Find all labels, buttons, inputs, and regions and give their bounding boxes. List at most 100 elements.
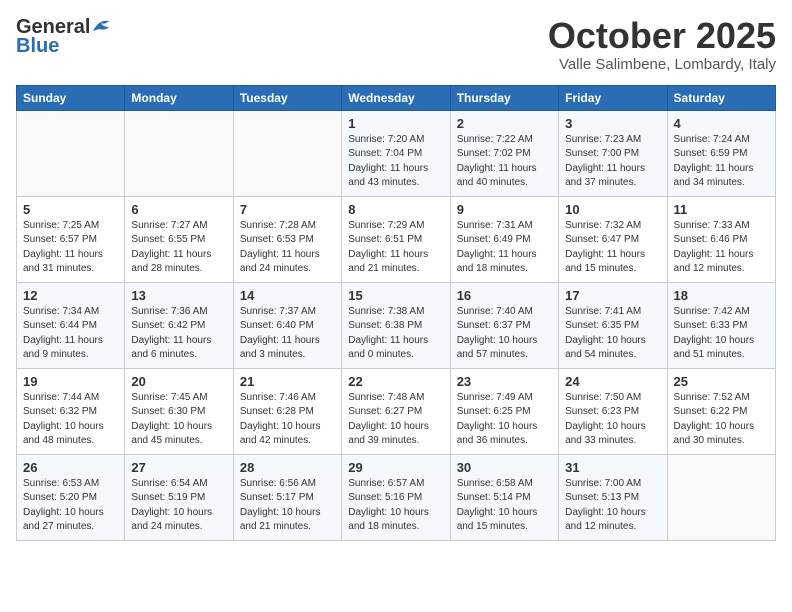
calendar-cell: 10Sunrise: 7:32 AM Sunset: 6:47 PM Dayli… (559, 196, 667, 282)
column-header-sunday: Sunday (17, 85, 125, 110)
calendar-week-4: 19 Sunrise: 7:44 AM Sunset: 6:32 PM Dayli… (17, 368, 776, 454)
day-content: Sunrise: 7:31 AM Sunset: 6:49 PM Dayligh… (457, 219, 552, 277)
day-number: 31 (565, 460, 660, 475)
day-number: 1 (348, 116, 443, 131)
day-number: 29 (348, 460, 443, 475)
calendar-cell: 27 Sunrise: 6:54 AM Sunset: 5:19 PM Dayli… (125, 454, 233, 540)
calendar-cell: 17Sunrise: 7:41 AM Sunset: 6:35 PM Dayli… (559, 282, 667, 368)
day-content: Sunrise: 7:32 AM Sunset: 6:47 PM Dayligh… (565, 219, 660, 277)
calendar-cell: 20 Sunrise: 7:45 AM Sunset: 6:30 PM Dayli… (125, 368, 233, 454)
calendar-cell: 30Sunrise: 6:58 AM Sunset: 5:14 PM Dayli… (450, 454, 558, 540)
calendar-cell: 22 Sunrise: 7:48 AM Sunset: 6:27 PM Dayli… (342, 368, 450, 454)
calendar-cell (233, 110, 341, 196)
calendar-cell: 11Sunrise: 7:33 AM Sunset: 6:46 PM Dayli… (667, 196, 775, 282)
day-content: Sunrise: 7:36 AM Sunset: 6:42 PM Dayligh… (131, 305, 226, 363)
calendar-cell: 8 Sunrise: 7:29 AM Sunset: 6:51 PM Daylig… (342, 196, 450, 282)
calendar-cell: 16Sunrise: 7:40 AM Sunset: 6:37 PM Dayli… (450, 282, 558, 368)
day-content: Sunrise: 7:20 AM Sunset: 7:04 PM Dayligh… (348, 133, 443, 191)
calendar-cell: 9Sunrise: 7:31 AM Sunset: 6:49 PM Daylig… (450, 196, 558, 282)
calendar-cell: 13Sunrise: 7:36 AM Sunset: 6:42 PM Dayli… (125, 282, 233, 368)
day-content: Sunrise: 7:46 AM Sunset: 6:28 PM Dayligh… (240, 391, 335, 449)
day-content: Sunrise: 7:50 AM Sunset: 6:23 PM Dayligh… (565, 391, 660, 449)
calendar-cell: 6Sunrise: 7:27 AM Sunset: 6:55 PM Daylig… (125, 196, 233, 282)
calendar-cell: 19 Sunrise: 7:44 AM Sunset: 6:32 PM Dayli… (17, 368, 125, 454)
day-content: Sunrise: 6:54 AM Sunset: 5:19 PM Dayligh… (131, 477, 226, 535)
calendar-week-1: 1 Sunrise: 7:20 AM Sunset: 7:04 PM Daylig… (17, 110, 776, 196)
day-number: 18 (674, 288, 769, 303)
day-number: 21 (240, 374, 335, 389)
day-number: 14 (240, 288, 335, 303)
column-header-saturday: Saturday (667, 85, 775, 110)
calendar-header-row: SundayMondayTuesdayWednesdayThursdayFrid… (17, 85, 776, 110)
calendar-cell (667, 454, 775, 540)
calendar-cell (17, 110, 125, 196)
calendar-cell: 31Sunrise: 7:00 AM Sunset: 5:13 PM Dayli… (559, 454, 667, 540)
day-content: Sunrise: 7:37 AM Sunset: 6:40 PM Dayligh… (240, 305, 335, 363)
day-content: Sunrise: 7:34 AM Sunset: 6:44 PM Dayligh… (23, 305, 118, 363)
day-number: 3 (565, 116, 660, 131)
day-content: Sunrise: 7:38 AM Sunset: 6:38 PM Dayligh… (348, 305, 443, 363)
calendar-cell: 4 Sunrise: 7:24 AM Sunset: 6:59 PM Daylig… (667, 110, 775, 196)
day-content: Sunrise: 7:25 AM Sunset: 6:57 PM Dayligh… (23, 219, 118, 277)
day-content: Sunrise: 7:44 AM Sunset: 6:32 PM Dayligh… (23, 391, 118, 449)
calendar-week-3: 12 Sunrise: 7:34 AM Sunset: 6:44 PM Dayli… (17, 282, 776, 368)
calendar-week-2: 5 Sunrise: 7:25 AM Sunset: 6:57 PM Daylig… (17, 196, 776, 282)
day-content: Sunrise: 7:40 AM Sunset: 6:37 PM Dayligh… (457, 305, 552, 363)
calendar-week-5: 26 Sunrise: 6:53 AM Sunset: 5:20 PM Dayli… (17, 454, 776, 540)
calendar-cell: 26 Sunrise: 6:53 AM Sunset: 5:20 PM Dayli… (17, 454, 125, 540)
column-header-friday: Friday (559, 85, 667, 110)
calendar-cell: 23Sunrise: 7:49 AM Sunset: 6:25 PM Dayli… (450, 368, 558, 454)
calendar-cell: 3 Sunrise: 7:23 AM Sunset: 7:00 PM Daylig… (559, 110, 667, 196)
day-number: 20 (131, 374, 226, 389)
month-title: October 2025 (548, 16, 776, 56)
calendar-cell: 15 Sunrise: 7:38 AM Sunset: 6:38 PM Dayli… (342, 282, 450, 368)
day-content: Sunrise: 7:52 AM Sunset: 6:22 PM Dayligh… (674, 391, 769, 449)
day-content: Sunrise: 7:24 AM Sunset: 6:59 PM Dayligh… (674, 133, 769, 191)
calendar-cell: 14 Sunrise: 7:37 AM Sunset: 6:40 PM Dayli… (233, 282, 341, 368)
day-number: 5 (23, 202, 118, 217)
day-number: 15 (348, 288, 443, 303)
calendar-cell: 24 Sunrise: 7:50 AM Sunset: 6:23 PM Dayli… (559, 368, 667, 454)
day-number: 22 (348, 374, 443, 389)
day-number: 19 (23, 374, 118, 389)
day-number: 24 (565, 374, 660, 389)
calendar-cell: 2Sunrise: 7:22 AM Sunset: 7:02 PM Daylig… (450, 110, 558, 196)
day-number: 6 (131, 202, 226, 217)
logo-blue: Blue (16, 35, 59, 58)
calendar-cell: 21 Sunrise: 7:46 AM Sunset: 6:28 PM Dayli… (233, 368, 341, 454)
day-content: Sunrise: 7:45 AM Sunset: 6:30 PM Dayligh… (131, 391, 226, 449)
calendar-cell: 29 Sunrise: 6:57 AM Sunset: 5:16 PM Dayli… (342, 454, 450, 540)
day-number: 8 (348, 202, 443, 217)
day-content: Sunrise: 6:53 AM Sunset: 5:20 PM Dayligh… (23, 477, 118, 535)
column-header-tuesday: Tuesday (233, 85, 341, 110)
calendar-cell: 5 Sunrise: 7:25 AM Sunset: 6:57 PM Daylig… (17, 196, 125, 282)
logo-bird-icon (91, 17, 113, 35)
calendar-cell: 1 Sunrise: 7:20 AM Sunset: 7:04 PM Daylig… (342, 110, 450, 196)
calendar-cell (125, 110, 233, 196)
page-header: General Blue October 2025 Valle Salimben… (16, 16, 776, 73)
day-content: Sunrise: 7:49 AM Sunset: 6:25 PM Dayligh… (457, 391, 552, 449)
day-number: 25 (674, 374, 769, 389)
day-number: 27 (131, 460, 226, 475)
logo: General Blue (16, 16, 113, 58)
title-block: October 2025 Valle Salimbene, Lombardy, … (548, 16, 776, 73)
day-content: Sunrise: 7:23 AM Sunset: 7:00 PM Dayligh… (565, 133, 660, 191)
column-header-thursday: Thursday (450, 85, 558, 110)
day-number: 4 (674, 116, 769, 131)
day-content: Sunrise: 7:29 AM Sunset: 6:51 PM Dayligh… (348, 219, 443, 277)
location: Valle Salimbene, Lombardy, Italy (548, 56, 776, 73)
day-number: 30 (457, 460, 552, 475)
calendar-cell: 18Sunrise: 7:42 AM Sunset: 6:33 PM Dayli… (667, 282, 775, 368)
day-content: Sunrise: 6:57 AM Sunset: 5:16 PM Dayligh… (348, 477, 443, 535)
day-content: Sunrise: 7:41 AM Sunset: 6:35 PM Dayligh… (565, 305, 660, 363)
day-content: Sunrise: 7:48 AM Sunset: 6:27 PM Dayligh… (348, 391, 443, 449)
calendar-table: SundayMondayTuesdayWednesdayThursdayFrid… (16, 85, 776, 541)
day-number: 7 (240, 202, 335, 217)
calendar-cell: 25 Sunrise: 7:52 AM Sunset: 6:22 PM Dayli… (667, 368, 775, 454)
calendar-cell: 7Sunrise: 7:28 AM Sunset: 6:53 PM Daylig… (233, 196, 341, 282)
day-number: 28 (240, 460, 335, 475)
column-header-monday: Monday (125, 85, 233, 110)
day-number: 12 (23, 288, 118, 303)
day-content: Sunrise: 7:22 AM Sunset: 7:02 PM Dayligh… (457, 133, 552, 191)
day-number: 26 (23, 460, 118, 475)
